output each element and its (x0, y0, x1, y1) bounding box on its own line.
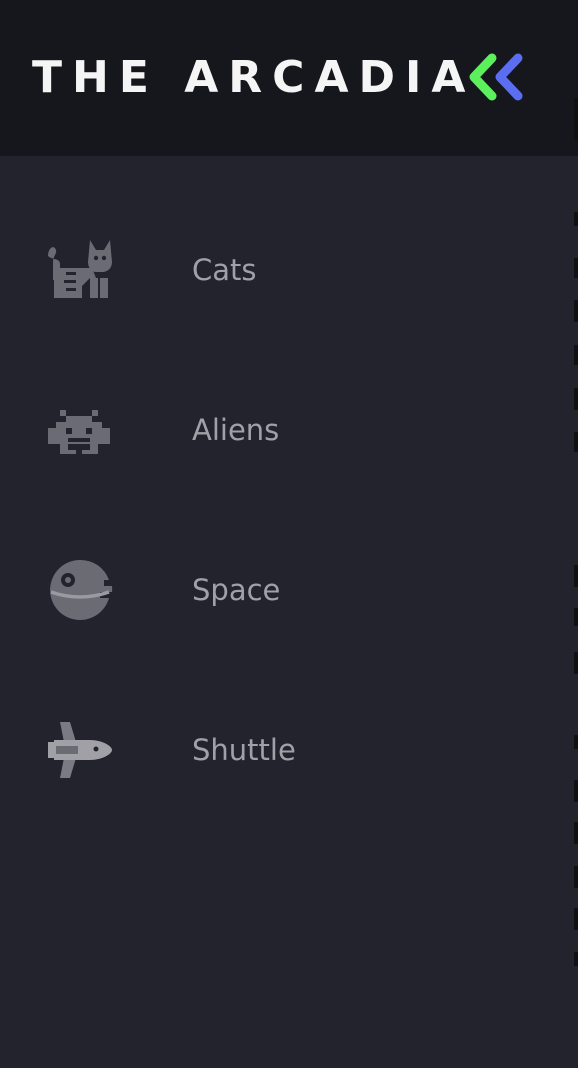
space-shuttle-icon (48, 722, 112, 778)
death-star-icon (50, 559, 113, 620)
nav-label-shuttle: Shuttle (192, 733, 296, 767)
double-chevron-left-icon[interactable] (466, 52, 528, 102)
logo-bar: THE ARCADIA (0, 0, 578, 156)
nav-label-cats: Cats (192, 253, 257, 287)
sidebar-nav: THE ARCADIA Cats Aliens Space Shuttle (0, 0, 578, 1068)
nav-item-cats[interactable]: Cats (0, 190, 578, 350)
nav-label-space: Space (192, 573, 281, 607)
page-content-edge (572, 0, 578, 1068)
nav-label-aliens: Aliens (192, 413, 280, 447)
nav-item-space[interactable]: Space (0, 510, 578, 670)
logo-title: THE ARCADIA (32, 52, 476, 103)
space-invader-icon (48, 410, 110, 454)
cat-icon (48, 240, 112, 298)
nav-item-shuttle[interactable]: Shuttle (0, 670, 578, 830)
nav-item-aliens[interactable]: Aliens (0, 350, 578, 510)
